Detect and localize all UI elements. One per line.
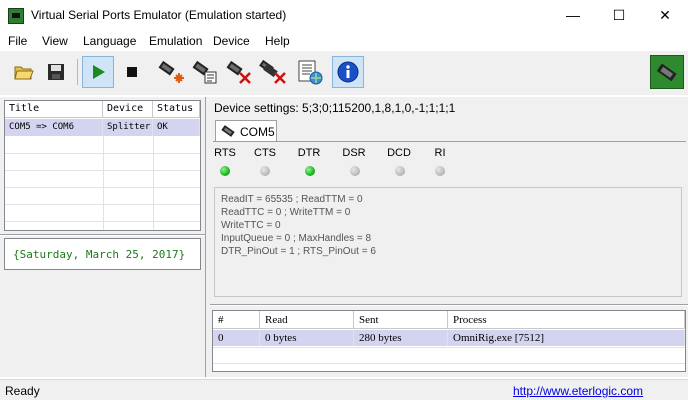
column-header-sent[interactable]: Sent: [354, 311, 448, 329]
column-header-read[interactable]: Read: [260, 311, 354, 329]
open-folder-icon[interactable]: [8, 56, 40, 88]
status-bar: Ready http://www.eterlogic.com: [0, 379, 688, 400]
serial-port-icon: [220, 124, 236, 141]
grid-line: [213, 347, 685, 348]
column-header-number[interactable]: #: [213, 311, 260, 329]
menu-device[interactable]: Device: [213, 34, 250, 48]
minimize-button[interactable]: —: [550, 0, 596, 31]
led-dsr: [350, 166, 360, 176]
remove-all-devices-icon[interactable]: [256, 56, 288, 88]
date-display: {Saturday, March 25, 2017}: [4, 238, 201, 270]
pin-label-ri: RI: [434, 147, 446, 159]
serial-connector-icon: [650, 55, 684, 89]
grid-line: [103, 136, 104, 230]
log-icon[interactable]: [294, 56, 326, 88]
info-line: ReadIT = 65535 ; ReadTTM = 0: [221, 194, 363, 205]
left-pane: Title Device Status COM5 => COM6 Splitte…: [0, 97, 205, 377]
info-icon[interactable]: [332, 56, 364, 88]
device-properties-icon[interactable]: [188, 56, 220, 88]
info-line: DTR_PinOut = 1 ; RTS_PinOut = 6: [221, 246, 376, 257]
save-icon[interactable]: [40, 56, 72, 88]
grid-line: [213, 363, 685, 364]
remove-device-icon[interactable]: [222, 56, 254, 88]
status-text: Ready: [5, 384, 40, 398]
close-button[interactable]: ✕: [642, 0, 688, 31]
date-text: {Saturday, March 25, 2017}: [13, 248, 186, 261]
table-row[interactable]: 0 0 bytes 280 bytes OmniRig.exe [7512]: [213, 330, 685, 346]
info-line: InputQueue = 0 ; MaxHandles = 8: [221, 233, 372, 244]
website-link[interactable]: http://www.eterlogic.com: [513, 384, 643, 398]
device-type-cell: Splitter: [103, 119, 153, 136]
toolbar-separator: [77, 59, 78, 85]
play-icon[interactable]: [82, 56, 114, 88]
menu-file[interactable]: File: [8, 34, 27, 48]
tab-com5[interactable]: COM5: [215, 120, 277, 142]
device-status-cell: OK: [153, 119, 200, 136]
process-read-cell: 0 bytes: [260, 330, 354, 346]
menu-bar: File View Language Emulation Device Help: [0, 31, 688, 51]
menu-emulation[interactable]: Emulation: [149, 34, 202, 48]
led-rts: [220, 166, 230, 176]
led-ri: [435, 166, 445, 176]
device-title-cell: COM5 => COM6: [5, 119, 103, 136]
pin-label-cts: CTS: [254, 147, 276, 159]
column-header-process[interactable]: Process: [448, 311, 685, 329]
led-dcd: [395, 166, 405, 176]
maximize-button[interactable]: ☐: [596, 0, 642, 31]
process-sent-cell: 280 bytes: [354, 330, 448, 346]
right-pane: Device settings: 5;3;0;115200,1,8,1,0,-1…: [210, 97, 688, 377]
device-settings-label: Device settings: 5;3;0;115200,1,8,1,0,-1…: [214, 101, 456, 115]
pin-label-dsr: DSR: [342, 147, 366, 159]
led-dtr: [305, 166, 315, 176]
device-info-box: ReadIT = 65535 ; ReadTTM = 0 ReadTTC = 0…: [214, 187, 682, 297]
led-cts: [260, 166, 270, 176]
column-header-title[interactable]: Title: [5, 101, 103, 118]
toolbar: [0, 51, 688, 95]
new-device-icon[interactable]: [154, 56, 186, 88]
grid-line: [153, 136, 154, 230]
title-bar: Virtual Serial Ports Emulator (Emulation…: [0, 0, 688, 31]
stop-icon[interactable]: [116, 56, 148, 88]
menu-view[interactable]: View: [42, 34, 68, 48]
column-header-status[interactable]: Status: [153, 101, 200, 118]
tab-label: COM5: [240, 125, 275, 139]
info-line: WriteTTC = 0: [221, 220, 281, 231]
window-title: Virtual Serial Ports Emulator (Emulation…: [31, 8, 287, 22]
process-number-cell: 0: [213, 330, 260, 346]
info-line: ReadTTC = 0 ; WriteTTM = 0: [221, 207, 351, 218]
horizontal-splitter[interactable]: [210, 304, 688, 306]
devices-grid: Title Device Status COM5 => COM6 Splitte…: [4, 100, 201, 231]
process-grid: # Read Sent Process 0 0 bytes 280 bytes …: [212, 310, 686, 372]
menu-help[interactable]: Help: [265, 34, 290, 48]
menu-language[interactable]: Language: [83, 34, 136, 48]
horizontal-splitter[interactable]: [0, 234, 205, 236]
process-name-cell: OmniRig.exe [7512]: [448, 330, 685, 346]
pin-label-dtr: DTR: [297, 147, 321, 159]
column-header-device[interactable]: Device: [103, 101, 153, 118]
pin-label-rts: RTS: [214, 147, 236, 159]
app-icon: [8, 8, 24, 24]
pin-label-dcd: DCD: [387, 147, 411, 159]
table-row[interactable]: COM5 => COM6 Splitter OK: [5, 119, 200, 136]
